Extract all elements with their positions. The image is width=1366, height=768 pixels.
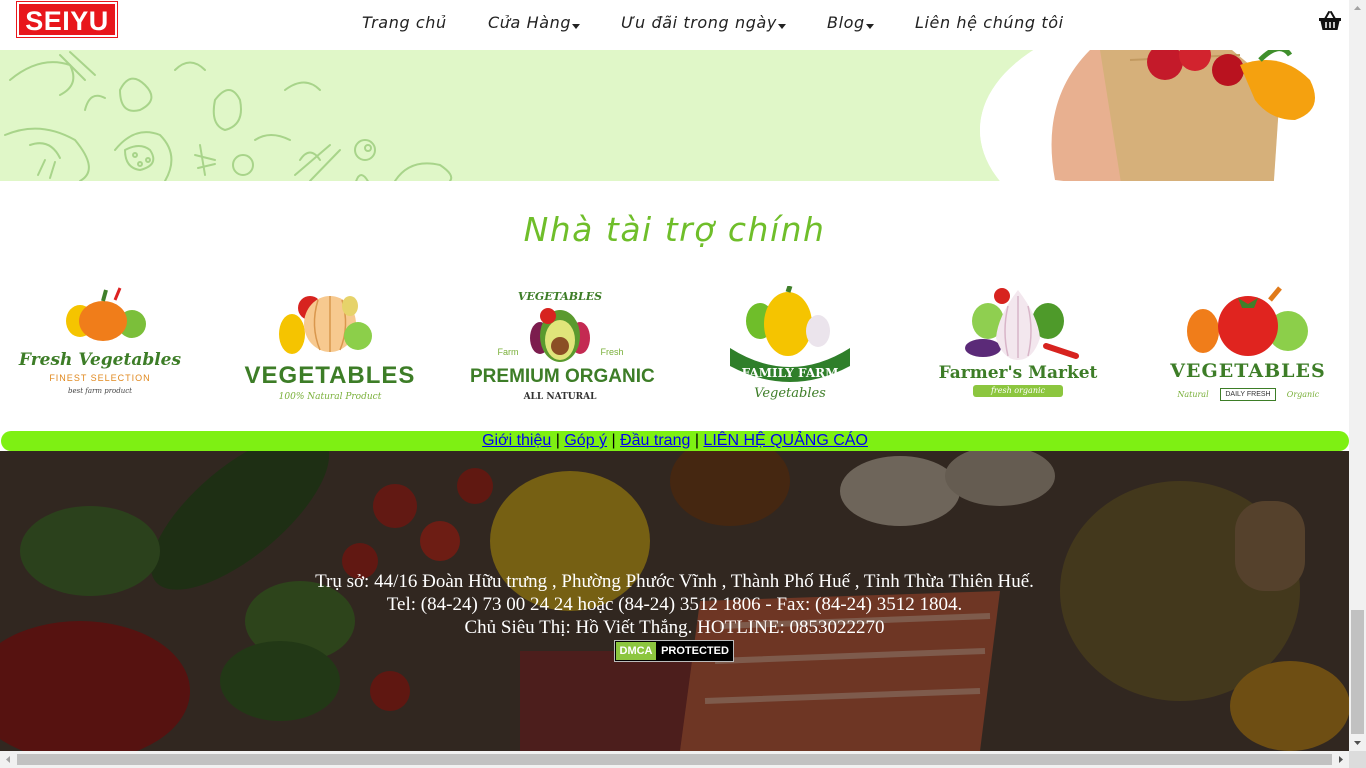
hero-photo-grocery-bag [980, 50, 1349, 181]
sponsor-logo-family-farm[interactable]: FAMILY FARM Vegetables [700, 285, 880, 408]
link-feedback[interactable]: Góp ý [564, 432, 607, 449]
link-about[interactable]: Giới thiệu [482, 432, 551, 449]
site-header: SEIYU Trang chủ Cửa Hàng Ưu đãi trong ng… [0, 0, 1349, 50]
nav-daily-deals-label: Ưu đãi trong ngày [621, 13, 777, 32]
link-advertising-contact[interactable]: LIÊN HỆ QUẢNG CÁO [703, 432, 867, 449]
sponsor-5-tagline: fresh organic [973, 385, 1063, 397]
chevron-down-icon [572, 24, 581, 29]
sponsor-6-name: VEGETABLES [1170, 360, 1326, 382]
sponsor-1-name: Fresh Vegetables [18, 350, 182, 370]
scroll-left-arrow-icon[interactable] [0, 751, 17, 768]
scroll-right-arrow-icon[interactable] [1332, 751, 1349, 768]
dmca-badge-status: PROTECTED [661, 645, 729, 657]
nav-blog[interactable]: Blog [827, 13, 874, 32]
horizontal-scrollbar[interactable] [0, 751, 1349, 768]
nav-store-label: Cửa Hàng [488, 13, 572, 32]
link-separator: | [694, 432, 699, 449]
sponsor-3-name: PREMIUM ORGANIC [470, 366, 655, 387]
sponsor-logo-farmers-market[interactable]: Farmer's Market fresh organic [928, 286, 1108, 408]
link-separator: | [611, 432, 616, 449]
scrollbar-corner [1349, 751, 1366, 768]
sponsor-2-tagline: 100% Natural Product [278, 392, 382, 402]
main-nav: Trang chủ Cửa Hàng Ưu đãi trong ngày Blo… [0, 13, 1349, 37]
nav-home[interactable]: Trang chủ [362, 13, 447, 32]
nav-store[interactable]: Cửa Hàng [488, 13, 581, 32]
sponsor-1-sub: best farm product [68, 387, 132, 395]
nav-home-label: Trang chủ [362, 13, 447, 32]
sponsor-5-name: Farmer's Market [938, 363, 1098, 383]
sponsor-4-tagline: Vegetables [754, 386, 826, 401]
scroll-up-arrow-icon[interactable] [1349, 0, 1366, 17]
scroll-down-arrow-icon[interactable] [1349, 734, 1366, 751]
sponsor-2-name: VEGETABLES [244, 362, 416, 389]
footer-phone: Tel: (84-24) 73 00 24 24 hoặc (84-24) 35… [386, 594, 963, 615]
sponsor-4-name: FAMILY FARM [741, 366, 839, 380]
link-separator: | [555, 432, 560, 449]
sponsor-6-right: Organic [1286, 390, 1320, 399]
link-back-to-top[interactable]: Đầu trang [620, 432, 690, 449]
footer-address: Trụ sở: 44/16 Đoàn Hữu trưng , Phường Ph… [315, 571, 1034, 592]
basket-icon[interactable] [1318, 10, 1342, 32]
sponsor-logo-fresh-vegetables[interactable]: Fresh Vegetables FINEST SELECTION best f… [10, 286, 190, 408]
vertical-scrollbar-thumb[interactable] [1351, 610, 1364, 734]
hero-banner [0, 50, 1349, 181]
site-footer: Trụ sở: 44/16 Đoàn Hữu trưng , Phường Ph… [0, 451, 1349, 751]
sponsor-3-right: Fresh [600, 347, 624, 357]
footer-contact-info: Trụ sở: 44/16 Đoàn Hữu trưng , Phường Ph… [0, 570, 1349, 639]
nav-contact-label: Liên hệ chúng tôi [915, 13, 1064, 32]
vegetable-doodles-illustration [4, 51, 453, 181]
vertical-scrollbar[interactable] [1349, 0, 1366, 751]
sponsors-heading: Nhà tài trợ chính [523, 210, 826, 249]
sponsor-logo-premium-organic[interactable]: VEGETABLES Farm Fresh PREMIUM ORGANIC AL… [470, 286, 655, 408]
horizontal-scrollbar-thumb[interactable] [17, 754, 1332, 765]
dmca-protected-badge[interactable]: DMCA PROTECTED [614, 640, 734, 662]
nav-daily-deals[interactable]: Ưu đãi trong ngày [621, 13, 786, 32]
sponsor-3-tagline: ALL NATURAL [523, 392, 597, 402]
sponsor-1-tagline: FINEST SELECTION [49, 373, 151, 383]
footer-owner-hotline: Chủ Siêu Thị: Hồ Viết Thắng. HOTLINE: 08… [464, 617, 885, 638]
chevron-down-icon [865, 24, 874, 29]
nav-blog-label: Blog [827, 13, 865, 32]
nav-contact[interactable]: Liên hệ chúng tôi [915, 13, 1064, 32]
chevron-down-icon [777, 24, 786, 29]
sponsor-logo-vegetables[interactable]: VEGETABLES 100% Natural Product [240, 286, 420, 408]
grocery-bag-illustration [980, 50, 1349, 181]
footer-link-bar: Giới thiệu | Góp ý | Đầu trang | LIÊN HỆ… [1, 431, 1349, 451]
dmca-badge-label: DMCA [616, 642, 656, 660]
sponsor-logo-vegetables-daily-fresh[interactable]: VEGETABLES Natural DAILY FRESH Organic [1158, 286, 1338, 408]
